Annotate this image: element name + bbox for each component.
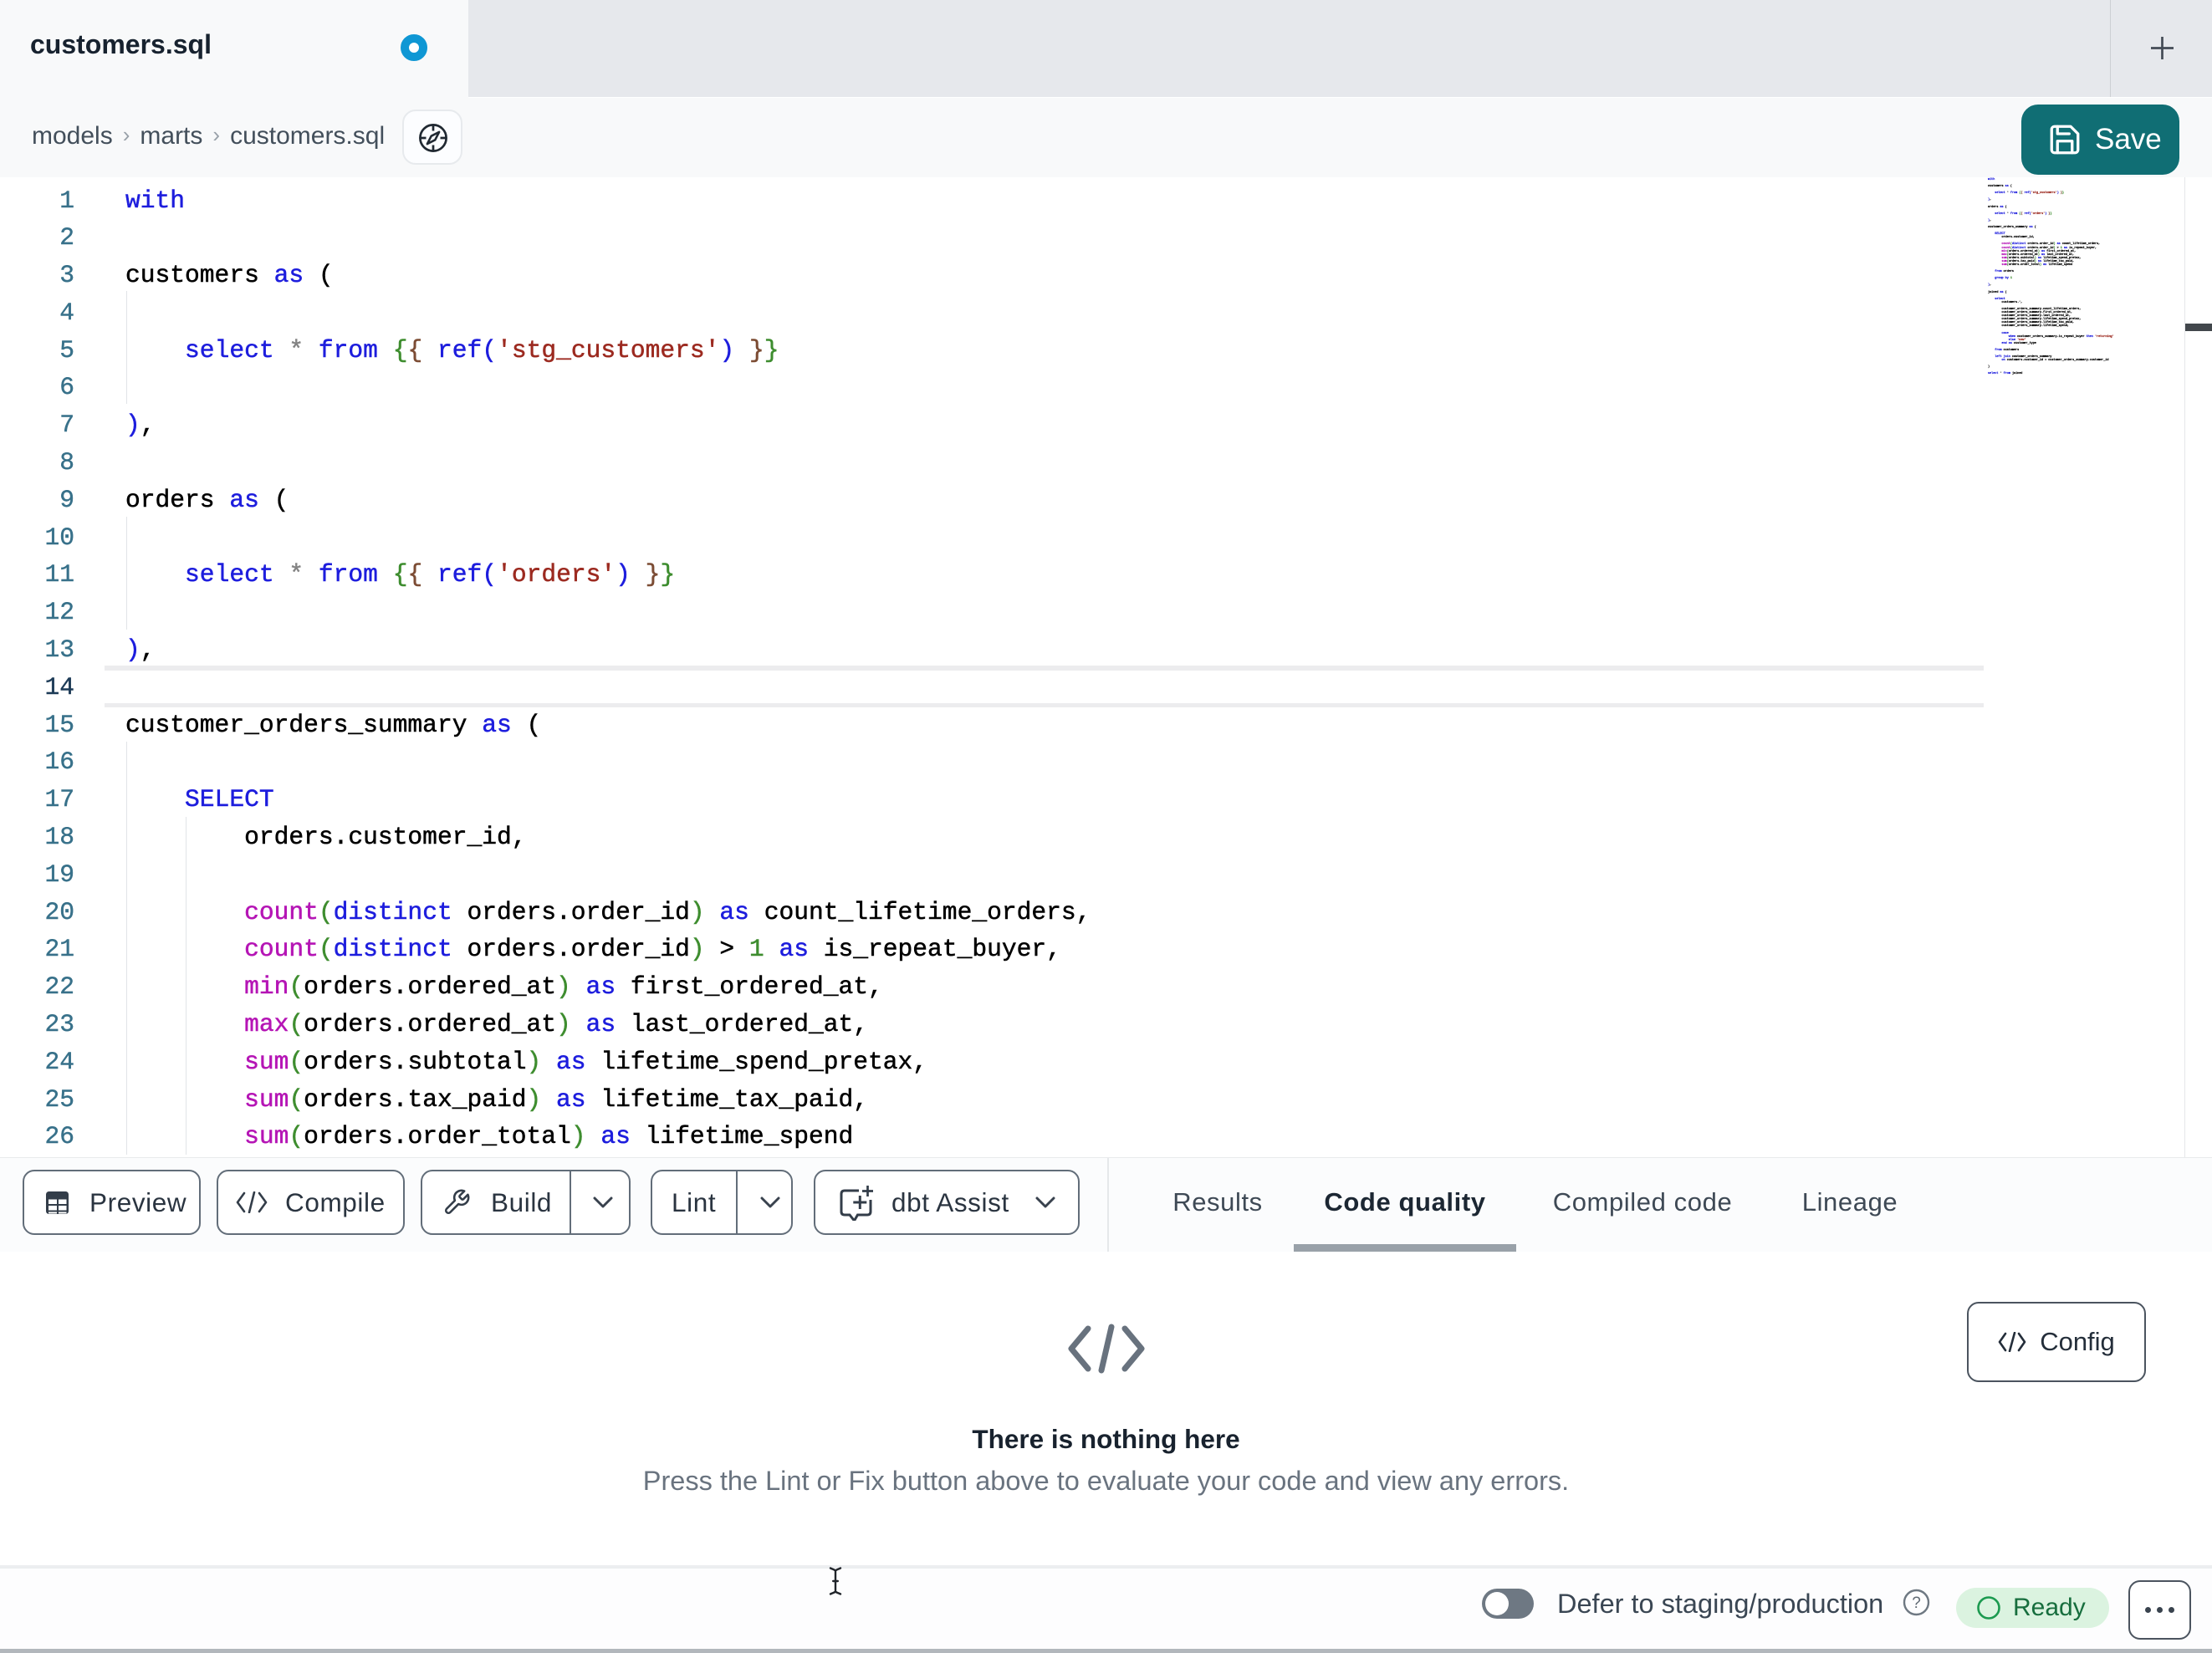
- svg-text:?: ?: [1912, 1594, 1921, 1612]
